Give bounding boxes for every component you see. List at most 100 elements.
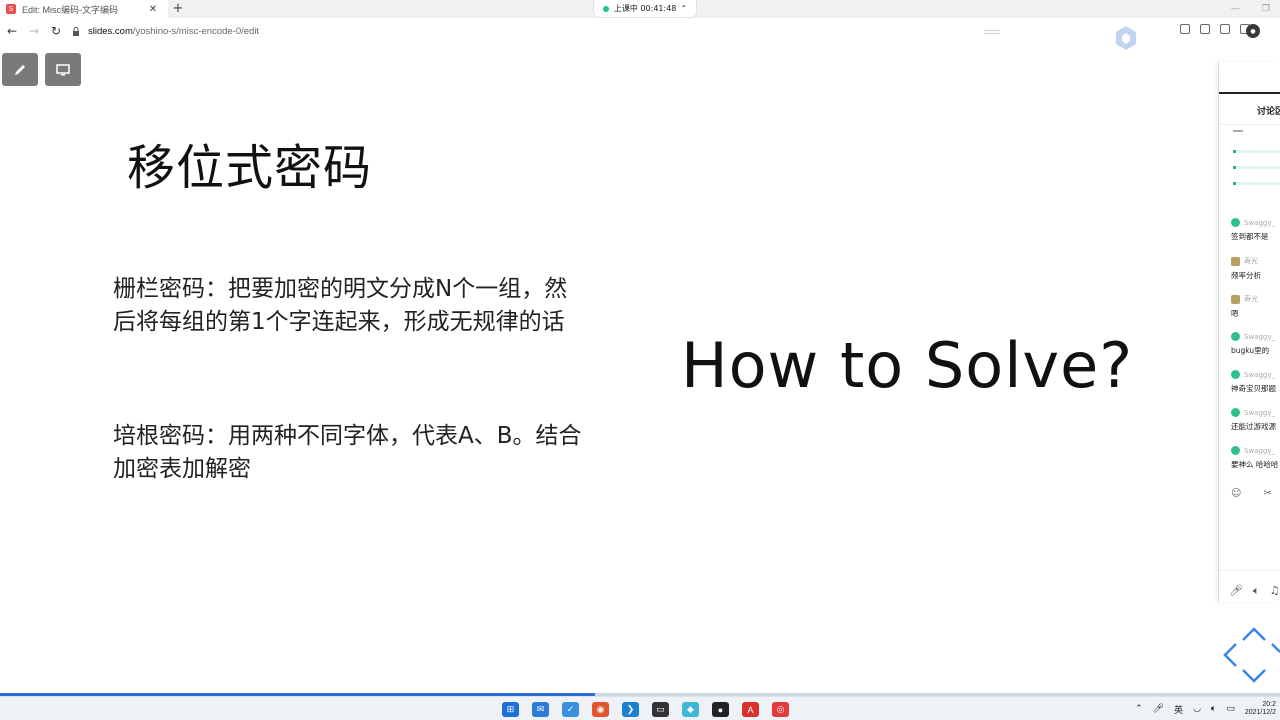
volume-icon[interactable]: 🔈︎ (1211, 704, 1216, 714)
chat-username: Swaggy_ (1244, 218, 1275, 227)
nav-up-arrow[interactable] (1242, 627, 1266, 641)
taskbar-apps: ⊞ ✉ ✓ ◉ ❯ ▭ ◆ ● A ◎ (502, 702, 789, 717)
chevron-up-icon[interactable]: ⌃ (1135, 704, 1143, 714)
poll-option-bar (1233, 182, 1280, 185)
chat-username: Swaggy_ (1244, 332, 1275, 341)
wifi-icon[interactable]: ◡ (1193, 704, 1201, 714)
microphone-icon[interactable]: 🎤︎ (1229, 584, 1243, 598)
user-avatar (1231, 294, 1240, 304)
poll-widget[interactable] (1233, 130, 1280, 200)
nav-left-arrow[interactable] (1223, 643, 1237, 667)
chrome-icon[interactable]: ◉ (592, 702, 609, 717)
chat-message: Swaggy_ 要神么 哈哈哈 (1231, 446, 1280, 470)
slide-title[interactable]: 移位式密码 (127, 140, 372, 196)
netease-music-icon[interactable]: ◎ (772, 702, 789, 717)
slide-navigation-arrows (1223, 627, 1280, 683)
restore-icon[interactable]: ❐ (1262, 4, 1270, 14)
system-tray: ⌃ 🎤︎ 英 ◡ 🔈︎ ▭ 20:2 2021/12/2 (1135, 701, 1276, 717)
chat-text: 神奇宝贝那题 (1231, 384, 1276, 393)
scissors-icon[interactable]: ✂ (1263, 488, 1271, 499)
live-dot-icon (602, 5, 609, 12)
emoji-icon[interactable]: ☺ (1231, 488, 1241, 499)
battery-icon[interactable]: ▭ (1226, 704, 1235, 714)
microphone-tray-icon[interactable]: 🎤︎ (1153, 704, 1164, 714)
divider (1219, 124, 1280, 125)
user-avatar (1231, 256, 1240, 266)
bacon-cipher-paragraph[interactable]: 培根密码：用两种不同字体，代表A、B。结合加密表加解密 (113, 420, 583, 486)
discussion-header: 讨论区 (1257, 107, 1280, 117)
divider (1219, 570, 1280, 571)
discussion-panel: 讨论区 Swaggy_ 签到都不是 寿光 频率分析 寿光 嗯 Swaggy_ b… (1218, 62, 1280, 602)
browser-tab[interactable]: S Edit: Misc编码-文字编码 ✕ (0, 0, 168, 18)
rail-fence-paragraph[interactable]: 栅栏密码：把要加密的明文分成N个一组，然后将每组的第1个字连起来，形成无规律的话 (113, 273, 583, 339)
user-avatar (1231, 446, 1240, 455)
tab-title: Edit: Misc编码-文字编码 (22, 4, 119, 15)
mail-app-icon[interactable]: ✉ (532, 702, 549, 717)
reload-icon[interactable]: ↻ (46, 24, 66, 38)
slides-favicon-icon: S (6, 4, 16, 14)
poll-option-bar (1233, 150, 1280, 153)
window-controls: — ❐ (1231, 0, 1270, 18)
chat-input-tools: ☺ ✂ (1231, 488, 1272, 499)
poll-option-bar (1233, 166, 1280, 169)
chat-text: 频率分析 (1231, 271, 1261, 280)
windows-taskbar: ⊞ ✉ ✓ ◉ ❯ ▭ ◆ ● A ◎ ⌃ 🎤︎ 英 ◡ 🔈︎ ▭ 20:2 2… (0, 696, 1280, 720)
chat-message: 寿光 嗯 (1231, 294, 1280, 319)
chat-username: Swaggy_ (1244, 370, 1275, 379)
profile-avatar[interactable]: ● (1246, 24, 1260, 38)
nav-down-arrow[interactable] (1242, 669, 1266, 683)
chat-username: 寿光 (1244, 257, 1258, 265)
clock-time: 20:2 (1262, 701, 1276, 708)
chevron-up-icon: ⌃ (680, 4, 688, 13)
poll-label (1233, 130, 1243, 132)
github-icon[interactable]: ● (712, 702, 729, 717)
close-tab-icon[interactable]: ✕ (146, 4, 160, 15)
dev-tool-icon[interactable]: ◆ (682, 702, 699, 717)
user-avatar (1231, 332, 1240, 341)
user-avatar (1231, 370, 1240, 379)
clock[interactable]: 20:2 2021/12/2 (1245, 701, 1276, 717)
music-icon[interactable]: ♫ (1270, 584, 1280, 598)
ime-indicator[interactable]: 英 (1174, 703, 1183, 716)
live-status-text: 上课中 00:41:48 (613, 4, 677, 13)
pdf-reader-icon[interactable]: A (742, 702, 759, 717)
monitor-icon (56, 63, 70, 75)
forward-icon[interactable]: → (24, 24, 44, 38)
media-controls: 🎤︎ 🔈︎ ♫ (1229, 584, 1279, 598)
minimize-icon[interactable]: — (1231, 4, 1240, 14)
chat-text: 签到都不是 (1231, 232, 1269, 241)
panel-top-bar (1219, 92, 1280, 94)
edit-pencil-button[interactable] (2, 53, 38, 86)
chat-message: 寿光 频率分析 (1231, 256, 1280, 281)
windows-start-icon[interactable]: ⊞ (502, 702, 519, 717)
speaker-icon[interactable]: 🔈︎ (1253, 584, 1260, 598)
chat-message: Swaggy_ 神奇宝贝那题 (1231, 370, 1280, 394)
new-tab-icon[interactable]: + (170, 0, 186, 18)
todo-app-icon[interactable]: ✓ (562, 702, 579, 717)
back-icon[interactable]: ← (2, 24, 22, 38)
chat-text: 要神么 哈哈哈 (1231, 460, 1279, 469)
chat-message: Swaggy_ bugku里的 (1231, 332, 1280, 356)
address-bar: ← → ↻ slides.com/yoshino-s/misc-encode-0… (0, 18, 1280, 44)
chat-username: 寿光 (1244, 295, 1258, 303)
chat-message: Swaggy_ 还能过游戏源 (1231, 408, 1280, 432)
chat-username: Swaggy_ (1244, 446, 1275, 455)
lock-icon[interactable] (72, 22, 82, 41)
vscode-icon[interactable]: ❯ (622, 702, 639, 717)
browser-tab-strip: S Edit: Misc编码-文字编码 ✕ + 上课中 00:41:48 ⌃ —… (0, 0, 1280, 18)
platform-watermark-icon (1116, 26, 1136, 50)
how-to-solve-heading[interactable]: How to Solve? (681, 328, 1133, 404)
terminal-icon[interactable]: ▭ (652, 702, 669, 717)
live-class-timer[interactable]: 上课中 00:41:48 ⌃ (593, 0, 697, 18)
drag-handle-icon (984, 30, 1000, 34)
chat-message: Swaggy_ 签到都不是 (1231, 218, 1280, 242)
nav-right-arrow[interactable] (1271, 643, 1280, 653)
chat-text: bugku里的 (1231, 346, 1270, 355)
user-avatar (1231, 218, 1240, 227)
clock-date: 2021/12/2 (1244, 709, 1276, 716)
chat-text: 还能过游戏源 (1231, 422, 1276, 431)
pencil-icon (15, 64, 25, 75)
chat-username: Swaggy_ (1244, 408, 1275, 417)
url-field[interactable]: slides.com/yoshino-s/misc-encode-0/edit (88, 26, 259, 37)
present-button[interactable] (45, 53, 81, 86)
